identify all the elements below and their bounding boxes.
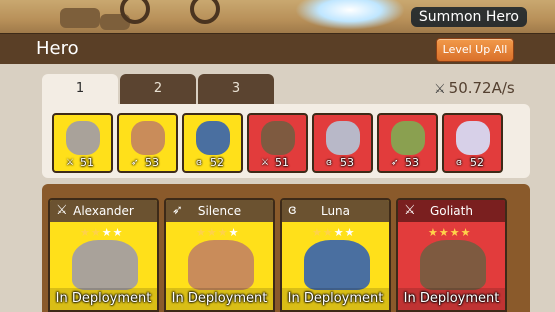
party-slot[interactable]: ➶ 53: [117, 113, 178, 173]
hero-portrait: [326, 121, 360, 155]
star-rating: ★★★★: [80, 226, 124, 239]
hero-name-bar: ➶ Silence: [166, 200, 273, 222]
sword-icon: ⚔: [66, 158, 75, 168]
level-up-all-button[interactable]: Level Up All: [436, 38, 514, 62]
hero-portrait: [188, 240, 254, 290]
party-slot[interactable]: ɞ 52: [182, 113, 243, 173]
hero-card[interactable]: ⚔ Alexander ★★★★ In Deployment: [48, 198, 159, 312]
hero-portrait: [72, 240, 138, 290]
hero-portrait: [420, 240, 486, 290]
scene-rock: [60, 8, 100, 28]
bow-icon: ➶: [391, 158, 399, 168]
deployment-status: In Deployment: [166, 288, 273, 310]
party-slot[interactable]: ⚔ 51: [52, 113, 113, 173]
bow-icon: ➶: [172, 203, 183, 218]
summon-glow: [295, 0, 405, 30]
hero-level: 53: [405, 156, 419, 169]
hero-portrait: [131, 121, 165, 155]
hero-name: Silence: [197, 204, 242, 218]
hero-name-bar: ɞ Luna: [282, 200, 389, 222]
hero-level: 51: [275, 156, 289, 169]
hero-name: Luna: [320, 204, 351, 218]
party-slot[interactable]: ➶ 53: [377, 113, 438, 173]
party-slot[interactable]: ɞ 52: [442, 113, 503, 173]
tab-1[interactable]: 1: [42, 74, 118, 105]
dps-display: ⚔ 50.72A/s: [434, 79, 515, 97]
hero-portrait: [391, 121, 425, 155]
deployment-status: In Deployment: [282, 288, 389, 310]
tab-3[interactable]: 3: [198, 74, 274, 104]
header-bar: Hero Level Up All: [0, 33, 555, 65]
bow-icon: ➶: [131, 158, 139, 168]
party-strip: ⚔ 51 ➶ 53 ɞ 52 ⚔ 51 ɞ 53 ➶ 53 ɞ 52: [42, 104, 530, 178]
hero-name: Goliath: [430, 204, 473, 218]
battle-scene: Summon Hero: [0, 0, 555, 33]
magic-icon: ɞ: [196, 158, 202, 168]
hero-portrait: [456, 121, 490, 155]
sword-icon: ⚔: [261, 158, 270, 168]
hero-card[interactable]: ➶ Silence ★★★★ In Deployment: [164, 198, 275, 312]
hero-portrait: [304, 240, 370, 290]
hero-level: 52: [210, 156, 224, 169]
hero-level: 53: [340, 156, 354, 169]
hero-card-list: ⚔ Alexander ★★★★ In Deployment ➶ Silence…: [42, 184, 530, 312]
hero-portrait: [66, 121, 100, 155]
star-rating: ★★★★: [312, 226, 356, 239]
party-slot[interactable]: ⚔ 51: [247, 113, 308, 173]
dps-value: 50.72A/s: [448, 79, 515, 97]
star-rating: ★★★★: [428, 226, 472, 239]
sword-icon: ⚔: [56, 203, 68, 218]
magic-icon: ɞ: [456, 158, 462, 168]
sword-icon: ⚔: [404, 203, 416, 218]
hero-name: Alexander: [73, 204, 134, 218]
tab-2[interactable]: 2: [120, 74, 196, 104]
party-slot[interactable]: ɞ 53: [312, 113, 373, 173]
hero-level: 53: [145, 156, 159, 169]
hero-panel: 1 2 3 ⚔ 50.72A/s ⚔ 51 ➶ 53 ɞ 52 ⚔ 51 ɞ 53: [0, 64, 555, 312]
deployment-status: In Deployment: [398, 288, 505, 310]
page-title: Hero: [36, 38, 79, 59]
deployment-status: In Deployment: [50, 288, 157, 310]
hero-level: 52: [470, 156, 484, 169]
hero-name-bar: ⚔ Goliath: [398, 200, 505, 222]
hero-portrait: [261, 121, 295, 155]
cart-wheel: [190, 0, 220, 24]
hero-card[interactable]: ⚔ Goliath ★★★★ In Deployment: [396, 198, 507, 312]
cart-wheel: [120, 0, 150, 24]
hero-portrait: [196, 121, 230, 155]
crossed-swords-icon: ⚔: [434, 82, 446, 97]
summon-hero-button[interactable]: Summon Hero: [410, 7, 527, 27]
star-rating: ★★★★: [196, 226, 240, 239]
magic-icon: ɞ: [326, 158, 332, 168]
hero-level: 51: [80, 156, 94, 169]
hero-card[interactable]: ɞ Luna ★★★★ In Deployment: [280, 198, 391, 312]
magic-icon: ɞ: [288, 203, 297, 218]
hero-name-bar: ⚔ Alexander: [50, 200, 157, 222]
